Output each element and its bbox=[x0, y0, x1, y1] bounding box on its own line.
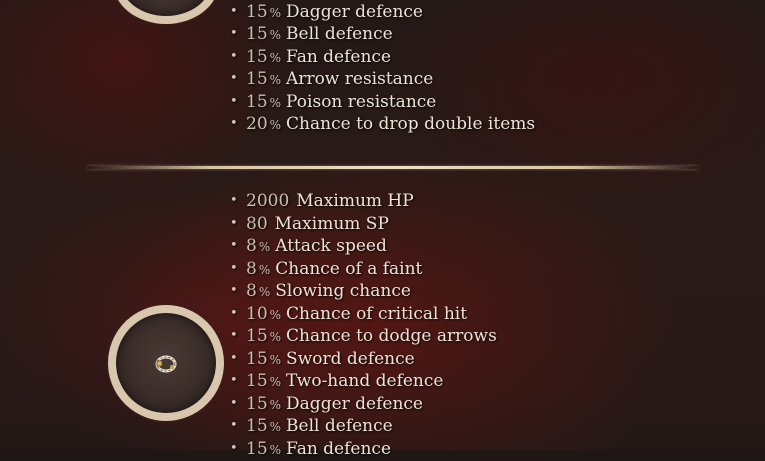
stat-value: 2000 bbox=[246, 191, 290, 211]
bullet-icon: • bbox=[230, 305, 238, 321]
item-slot-bracelet[interactable] bbox=[108, 305, 224, 421]
stat-value: 15 bbox=[246, 326, 268, 346]
bracelet-icon bbox=[155, 355, 177, 373]
stat-unit: % bbox=[269, 375, 282, 389]
stat-unit: % bbox=[269, 95, 282, 110]
stat-value: 15 bbox=[246, 69, 268, 89]
bullet-icon: • bbox=[230, 26, 238, 41]
bullet-icon: • bbox=[230, 193, 238, 208]
stat-row: • 15% Dagger defence bbox=[230, 393, 497, 416]
stat-unit: % bbox=[269, 352, 282, 367]
bullet-icon: • bbox=[230, 116, 238, 131]
stat-label: Fan defence bbox=[286, 438, 392, 459]
stat-unit: % bbox=[269, 307, 282, 322]
stat-row: • 15% Bell defence bbox=[230, 23, 535, 46]
stat-label: Bell defence bbox=[286, 416, 393, 436]
stat-label: Bell defence bbox=[286, 24, 393, 44]
bullet-icon: • bbox=[230, 260, 238, 276]
stat-row: • 20% Chance to drop double items bbox=[230, 113, 535, 136]
stat-row: • 15% Arrow resistance bbox=[230, 68, 535, 91]
stat-label: Chance to drop double items bbox=[286, 114, 536, 134]
stat-row: • 15% Fan defence bbox=[230, 46, 535, 69]
stat-unit: % bbox=[269, 118, 282, 132]
stat-value: 15 bbox=[246, 348, 268, 369]
stat-value: 15 bbox=[246, 371, 268, 391]
stat-label: Maximum HP bbox=[296, 191, 414, 211]
stat-unit: % bbox=[269, 420, 282, 434]
stat-row: • 15% Sword defence bbox=[230, 348, 497, 371]
stat-label: Poison resistance bbox=[286, 91, 437, 112]
stat-row: • 8% Chance of a faint bbox=[230, 258, 497, 281]
stat-label: Chance of critical hit bbox=[286, 303, 468, 324]
stat-label: Chance of a faint bbox=[275, 258, 423, 279]
stat-value: 15 bbox=[246, 24, 268, 44]
stat-value: 15 bbox=[246, 46, 268, 67]
stat-list-2: • 2000 Maximum HP • 80 Maximum SP • 8% Attack sp… bbox=[230, 190, 497, 460]
stat-unit: % bbox=[269, 5, 282, 20]
bullet-icon: • bbox=[230, 440, 238, 456]
bullet-icon: • bbox=[230, 238, 238, 253]
stat-label: Two-hand defence bbox=[286, 371, 444, 391]
stat-row: • 15% Fan defence bbox=[230, 438, 497, 461]
stat-label: Maximum SP bbox=[274, 213, 389, 234]
bullet-icon: • bbox=[230, 350, 238, 366]
stat-label: Attack speed bbox=[275, 236, 387, 256]
stat-unit: % bbox=[258, 285, 271, 299]
stat-value: 10 bbox=[246, 303, 268, 324]
stat-row: • 15% Poison resistance bbox=[230, 91, 535, 114]
bullet-icon: • bbox=[230, 395, 238, 411]
stat-value: 15 bbox=[246, 1, 268, 22]
stat-value: 8 bbox=[246, 236, 257, 256]
stat-unit: % bbox=[258, 240, 271, 254]
stat-row: • 10% Chance of critical hit bbox=[230, 303, 497, 326]
stat-value: 15 bbox=[246, 393, 268, 414]
stat-row: • 80 Maximum SP bbox=[230, 213, 497, 236]
stat-label: Chance to dodge arrows bbox=[286, 326, 497, 346]
bullet-icon: • bbox=[230, 418, 238, 433]
stat-value: 8 bbox=[246, 281, 257, 301]
bullet-icon: • bbox=[230, 215, 238, 231]
stat-value: 15 bbox=[246, 416, 268, 436]
stat-unit: % bbox=[269, 50, 282, 65]
bullet-icon: • bbox=[230, 48, 238, 64]
section-divider bbox=[88, 166, 698, 169]
bullet-icon: • bbox=[230, 3, 238, 19]
bullet-icon: • bbox=[230, 283, 238, 298]
stat-row: • 8% Slowing chance bbox=[230, 280, 497, 303]
stat-label: Dagger defence bbox=[286, 1, 423, 22]
stat-row: • 15% Bell defence bbox=[230, 415, 497, 438]
stat-row: • 15% Chance to dodge arrows bbox=[230, 325, 497, 348]
stat-row: • 15% Two-hand defence bbox=[230, 370, 497, 393]
stat-value: 80 bbox=[246, 213, 268, 234]
stat-value: 15 bbox=[246, 438, 268, 459]
stat-unit: % bbox=[258, 262, 271, 277]
stat-label: Slowing chance bbox=[275, 281, 411, 301]
stat-value: 15 bbox=[246, 91, 268, 112]
bullet-icon: • bbox=[230, 71, 238, 86]
bullet-icon: • bbox=[230, 373, 238, 388]
stat-label: Sword defence bbox=[286, 348, 415, 369]
bullet-icon: • bbox=[230, 328, 238, 343]
stat-label: Arrow resistance bbox=[286, 69, 434, 89]
bullet-icon: • bbox=[230, 93, 238, 109]
stat-label: Fan defence bbox=[286, 46, 392, 67]
stat-value: 8 bbox=[246, 258, 257, 279]
stat-row: • 15% Dagger defence bbox=[230, 1, 535, 24]
stat-value: 20 bbox=[246, 114, 268, 134]
stat-label: Dagger defence bbox=[286, 393, 423, 414]
stat-unit: % bbox=[269, 28, 282, 42]
stat-list-1: •15%Two-hand defence•15%Dagger defence•1… bbox=[230, 0, 535, 136]
stat-unit: % bbox=[269, 330, 282, 344]
stat-row: • 8% Attack speed bbox=[230, 235, 497, 258]
stat-unit: % bbox=[269, 73, 282, 87]
stat-row: • 2000 Maximum HP bbox=[230, 190, 497, 213]
stat-unit: % bbox=[269, 397, 282, 412]
